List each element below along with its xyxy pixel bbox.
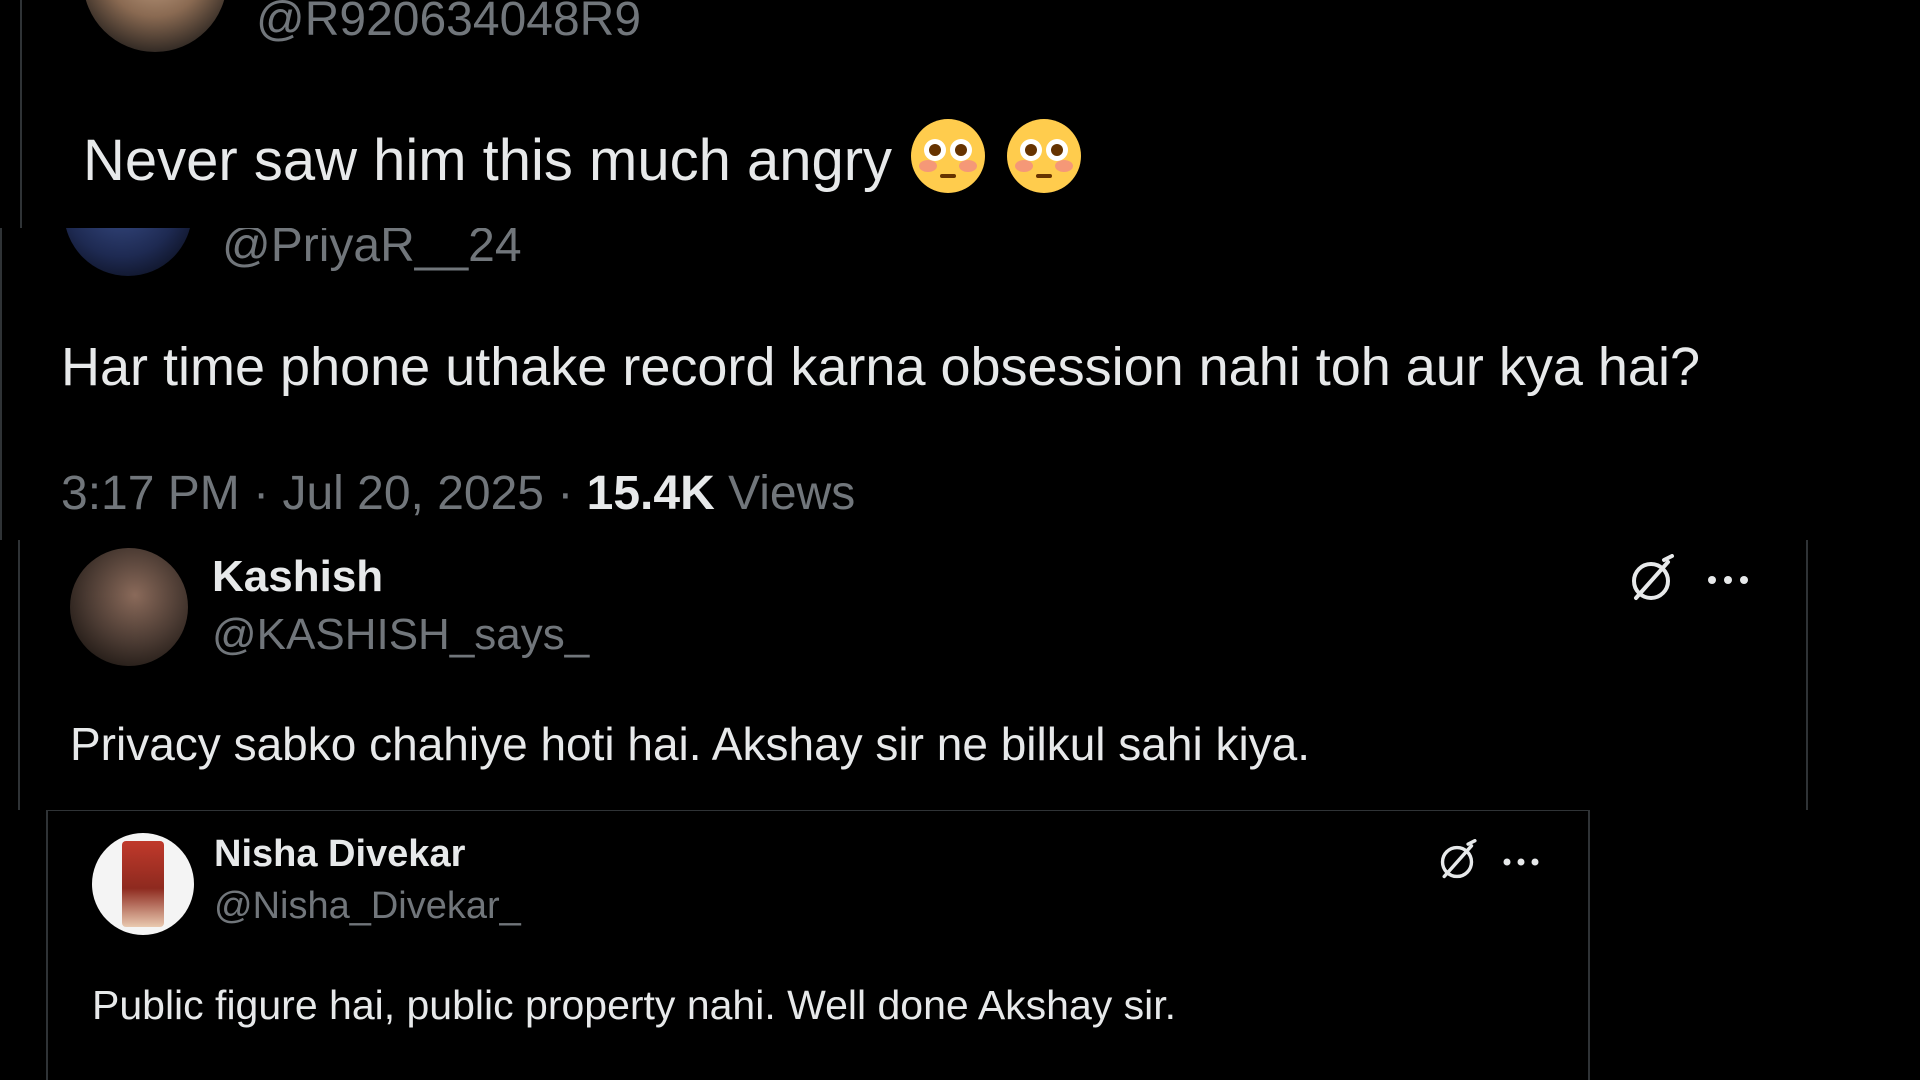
avatar-photo — [122, 841, 164, 927]
tweet-card-2: @PriyaR__24 Har time phone uthake record… — [0, 228, 1920, 540]
reply-text: Public figure hai, public property nahi.… — [92, 982, 1177, 1028]
more-dots-icon[interactable] — [1500, 853, 1542, 871]
grok-icon[interactable] — [1624, 554, 1678, 608]
tweet-meta: 3:17 PM · Jul 20, 2025 · 15.4K Views — [61, 464, 855, 524]
tweet-card-1: @R920634048R9 Never saw him this much an… — [20, 0, 1920, 228]
user-name[interactable]: Kashish — [212, 552, 383, 602]
avatar[interactable] — [64, 228, 192, 276]
separator: · — [253, 467, 270, 520]
user-handle[interactable]: @PriyaR__24 — [222, 228, 522, 273]
user-handle[interactable]: @Nisha_Divekar_ — [214, 885, 521, 928]
avatar[interactable] — [70, 548, 188, 666]
tweet-text-content: Never saw him this much angry — [83, 127, 893, 193]
more-dots-icon[interactable] — [1704, 570, 1752, 590]
user-handle[interactable]: @KASHISH_says_ — [212, 610, 589, 660]
tweet-date[interactable]: Jul 20, 2025 — [282, 467, 544, 520]
views-label: Views — [728, 467, 856, 520]
flushed-face-emoji — [1004, 116, 1084, 213]
views-count: 15.4K — [586, 467, 715, 520]
avatar[interactable] — [92, 833, 194, 935]
user-handle[interactable]: @R920634048R9 — [256, 0, 641, 47]
tweet-time[interactable]: 3:17 PM — [61, 467, 240, 520]
reply-card-1: Kashish @KASHISH_says_ Privacy sabko cha… — [18, 540, 1808, 810]
tweet-text: Har time phone uthake record karna obses… — [61, 337, 1700, 397]
grok-icon[interactable] — [1434, 839, 1480, 885]
reply-text: Privacy sabko chahiye hoti hai. Akshay s… — [70, 718, 1311, 770]
tweet-text: Never saw him this much angry — [83, 116, 1084, 213]
avatar[interactable] — [83, 0, 227, 52]
flushed-face-emoji — [908, 116, 988, 213]
user-name[interactable]: Nisha Divekar — [214, 833, 465, 876]
reply-card-2: Nisha Divekar @Nisha_Divekar_ Public fig… — [46, 810, 1590, 1080]
separator: · — [557, 467, 574, 520]
